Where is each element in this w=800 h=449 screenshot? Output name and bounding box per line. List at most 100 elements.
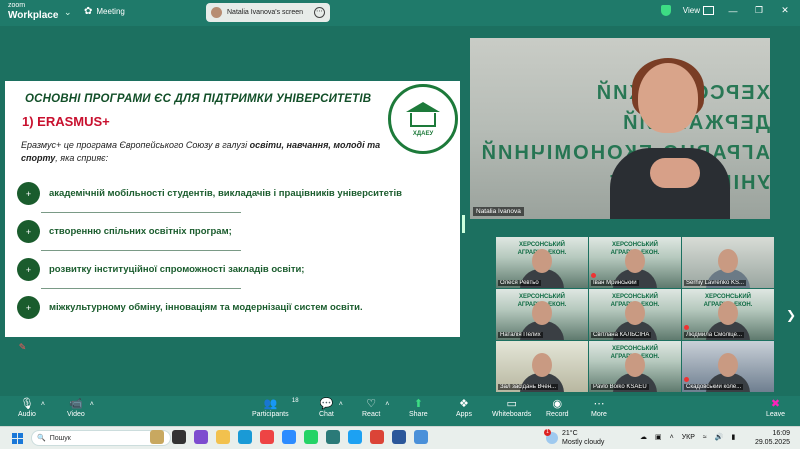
participant-gallery: ХЕРСОНСЬКИЙАГРАРНО-ЕКОН.Олеся Ревтьо ХЕР…: [496, 237, 774, 392]
record-icon: ◉: [552, 398, 563, 410]
leave-icon: ✖: [770, 398, 781, 410]
heart-icon: ♡: [366, 398, 377, 410]
app-icon[interactable]: [326, 430, 340, 444]
bullet-item: + академічній мобільності студентів, вик…: [17, 182, 402, 205]
participant-tile[interactable]: ХЕРСОНСЬКИЙАГРАРНО-ЕКОН.Іван Мринський: [589, 237, 681, 288]
chevron-up-icon[interactable]: ˄: [385, 401, 389, 408]
battery-icon[interactable]: ▮: [731, 433, 735, 441]
telegram-icon[interactable]: [348, 430, 362, 444]
taskbar-clock[interactable]: 16:09 29.05.2025: [755, 429, 790, 447]
whiteboard-icon: ▭: [506, 398, 517, 410]
slide-subtitle: 1) ERASMUS+: [22, 114, 110, 129]
whatsapp-icon[interactable]: [304, 430, 318, 444]
file-explorer-icon[interactable]: [216, 430, 230, 444]
task-view-icon[interactable]: [172, 430, 186, 444]
chevron-up-icon[interactable]: ˄: [339, 401, 343, 408]
video-label: Video: [67, 411, 85, 418]
view-label: View: [682, 6, 700, 15]
participants-button[interactable]: 👥 Participants 18: [252, 398, 299, 418]
intro-start: Еразмус+ це програма Європейського Союзу…: [21, 140, 250, 150]
participant-name: Іван Мринський: [591, 280, 639, 286]
weather-desc: Mostly cloudy: [562, 439, 605, 446]
zoom-app-icon[interactable]: [282, 430, 296, 444]
record-label: Record: [546, 411, 569, 418]
participants-label: Participants: [252, 411, 289, 418]
app-logo: zoom Workplace: [8, 2, 58, 21]
windows-start-icon[interactable]: [12, 433, 23, 444]
gallery-next-icon[interactable]: ❯: [786, 308, 796, 322]
chevron-up-icon[interactable]: ˄: [670, 434, 674, 441]
share-button[interactable]: ⬆ Share: [409, 398, 428, 418]
participant-tile[interactable]: ХЕРСОНСЬКИЙАГРАРНО-ЕКОН.Олеся Ревтьо: [496, 237, 588, 288]
participant-tile[interactable]: Скадовський коле...: [682, 341, 774, 392]
share-label: Share: [409, 411, 428, 418]
system-tray: ☁ ▣ ˄ УКР ≈ 🔊 ▮: [640, 433, 735, 442]
avatar: [211, 7, 222, 18]
more-options-icon[interactable]: ⋯: [314, 7, 325, 18]
chrome-icon[interactable]: [370, 430, 384, 444]
speaker-name-tag: Natalia Ivanova: [473, 207, 524, 216]
muted-mic-icon: [591, 273, 596, 278]
participant-tile[interactable]: Зал засідань Вчен...: [496, 341, 588, 392]
intro-end: , яка сприяє:: [55, 153, 109, 163]
mail-icon[interactable]: [414, 430, 428, 444]
audio-button[interactable]: 🎙 Audio ˄: [18, 398, 45, 418]
chevron-up-icon[interactable]: ˄: [90, 401, 94, 408]
leave-button[interactable]: ✖ Leave: [766, 398, 785, 418]
participant-tile[interactable]: ХЕРСОНСЬКИЙАГРАРНО-ЕКОН.Людмила Смоліце.…: [682, 289, 774, 340]
chat-button[interactable]: 💬 Chat ˄: [319, 398, 343, 418]
wifi-icon[interactable]: ≈: [703, 434, 707, 441]
logo-bottom: Workplace: [8, 10, 59, 21]
building-icon: [406, 101, 440, 130]
plus-icon: +: [17, 182, 40, 205]
cloud-sync-icon[interactable]: ☁: [640, 433, 647, 441]
participant-tile[interactable]: ХЕРСОНСЬКИЙАГРАРНО-ЕКОН.Pavlo Boiko KSAE…: [589, 341, 681, 392]
weather-widget[interactable]: 1 21°C Mostly cloudy: [544, 429, 605, 447]
leave-label: Leave: [766, 411, 786, 418]
minimize-icon[interactable]: —: [726, 6, 740, 16]
bullet-item: + створенню спільних освітніх програм;: [17, 220, 232, 243]
participant-name: Зал засідань Вчен...: [498, 384, 559, 390]
annotate-pen-icon[interactable]: ✎: [16, 341, 29, 354]
split-resize-handle[interactable]: [462, 215, 465, 233]
language-indicator[interactable]: УКР: [682, 434, 695, 441]
participant-name: Скадовський коле...: [684, 384, 744, 390]
shared-screen-pill[interactable]: Natalia Ivanova's screen ⋯: [206, 3, 330, 22]
word-icon[interactable]: [392, 430, 406, 444]
meeting-tab[interactable]: ✿ Meeting: [84, 6, 125, 17]
os-taskbar: 🔍 Пошук 1 21°C Mostly cloudy ☁ ▣ ˄ УКР ≈…: [0, 426, 800, 449]
react-button[interactable]: ♡ React ˄: [362, 398, 389, 418]
volume-icon[interactable]: 🔊: [715, 433, 724, 441]
photos-icon[interactable]: [260, 430, 274, 444]
view-button[interactable]: View: [683, 6, 714, 15]
logo-top: zoom: [8, 2, 26, 9]
participant-tile[interactable]: ХЕРСОНСЬКИЙАГРАРНО-ЕКОН.Наталія Пелих: [496, 289, 588, 340]
plus-icon: +: [17, 220, 40, 243]
restore-icon[interactable]: ❐: [752, 5, 766, 16]
divider: [41, 250, 241, 251]
video-button[interactable]: 📹 Video ˄: [67, 398, 94, 418]
edge-icon[interactable]: [238, 430, 252, 444]
camera-off-icon: 📹: [69, 398, 83, 410]
close-icon[interactable]: ✕: [778, 5, 792, 16]
participant-name: Наталія Пелих: [498, 332, 543, 338]
participant-name: Людмила Смоліце...: [684, 332, 744, 338]
participant-tile[interactable]: Serhiy Lavrenko KS...: [682, 237, 774, 288]
bullet-item: + міжкультурному обміну, інноваціям та м…: [17, 296, 363, 319]
chat-label: Chat: [319, 411, 334, 418]
viber-icon[interactable]: [194, 430, 208, 444]
camera-tray-icon[interactable]: ▣: [655, 433, 662, 441]
chevron-up-icon[interactable]: ˄: [41, 401, 45, 408]
apps-icon: ❖: [459, 398, 469, 410]
whiteboards-button[interactable]: ▭ Whiteboards: [492, 398, 531, 418]
apps-button[interactable]: ❖ Apps: [456, 398, 472, 418]
security-shield-icon[interactable]: [660, 5, 671, 16]
active-speaker-video[interactable]: ХЕРСОНСЬКИЙ ДЕРЖАВНИЙ АГРАРНО-ЕКОНОМІЧНИ…: [470, 38, 770, 219]
participant-tile[interactable]: ХЕРСОНСЬКИЙАГРАРНО-ЕКОН.Світлана КАЛЬСІН…: [589, 289, 681, 340]
chevron-down-icon[interactable]: ⌄: [64, 7, 72, 18]
record-button[interactable]: ◉ Record: [546, 398, 569, 418]
more-button[interactable]: ⋯ More: [591, 398, 607, 418]
widget-icon[interactable]: [150, 430, 164, 444]
bullet-text: міжкультурному обміну, інноваціям та мод…: [49, 302, 363, 313]
university-emblem: ХДАЕУ: [388, 84, 458, 154]
